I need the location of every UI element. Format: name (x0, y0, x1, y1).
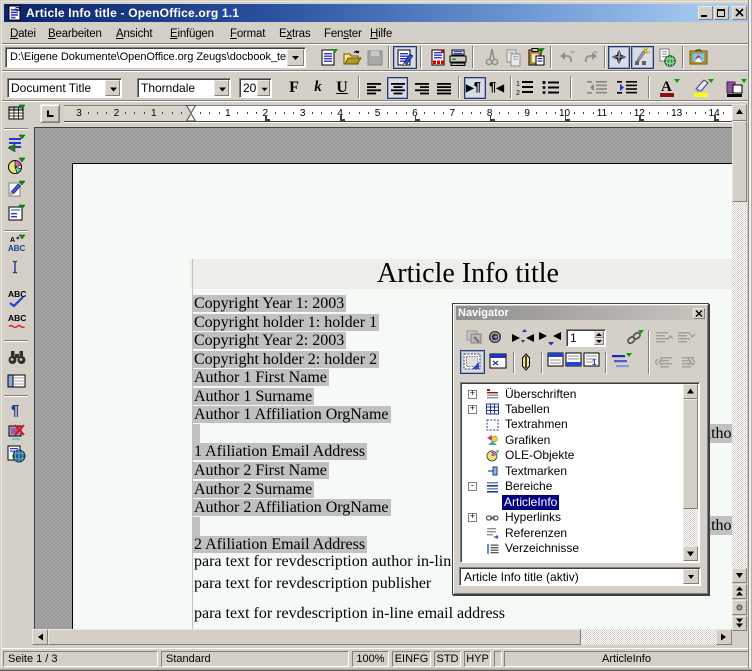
svg-text:1: 1 (516, 81, 520, 88)
svg-text:A: A (661, 79, 672, 95)
svg-text:ABC: ABC (8, 244, 26, 253)
svg-text:¶: ¶ (11, 402, 19, 419)
svg-text:2: 2 (516, 90, 520, 97)
svg-text:ABC: ABC (8, 313, 26, 323)
svg-text:A: A (10, 237, 15, 244)
svg-text:1: 1 (592, 358, 597, 367)
svg-text:ABC: ABC (8, 289, 26, 299)
